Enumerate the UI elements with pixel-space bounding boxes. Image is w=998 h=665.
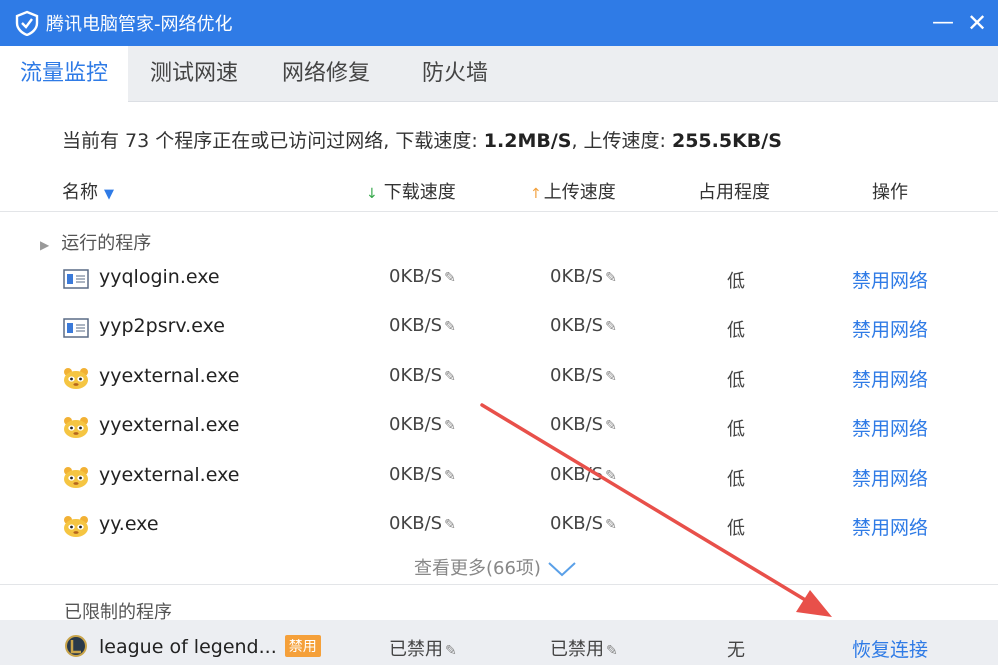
pencil-icon[interactable]: ✎ <box>444 418 456 434</box>
download-limit[interactable]: 已禁用 ✎ <box>389 635 457 661</box>
tab-speed-test[interactable]: 测试网速 <box>130 46 258 102</box>
pencil-icon[interactable]: ✎ <box>605 418 617 434</box>
pencil-icon[interactable]: ✎ <box>445 643 457 659</box>
window-title: 腾讯电脑管家-网络优化 <box>46 14 233 35</box>
yy-bear-icon <box>64 467 88 488</box>
pencil-icon[interactable]: ✎ <box>605 319 617 335</box>
close-button[interactable]: ✕ <box>962 8 992 38</box>
disable-network-link[interactable]: 禁用网络 <box>852 464 928 491</box>
tab-bar: 流量监控 测试网速 网络修复 防火墙 <box>0 46 998 103</box>
usage-level: 无 <box>727 640 745 661</box>
section-divider <box>0 584 998 585</box>
disable-network-link[interactable]: 禁用网络 <box>852 266 928 293</box>
pencil-icon[interactable]: ✎ <box>444 468 456 484</box>
upload-speed-value: 255.5KB/S <box>671 130 782 152</box>
upload-limit[interactable]: 已禁用 ✎ <box>550 635 618 661</box>
yy-bear-icon <box>64 417 88 438</box>
pencil-icon[interactable]: ✎ <box>606 643 618 659</box>
upload-limit[interactable]: 0KB/S ✎ <box>550 315 617 336</box>
pencil-icon[interactable]: ✎ <box>444 369 456 385</box>
pencil-icon[interactable]: ✎ <box>605 369 617 385</box>
column-name[interactable]: 名称 ▼ <box>62 178 114 204</box>
pencil-icon[interactable]: ✎ <box>605 517 617 533</box>
tab-firewall[interactable]: 防火墙 <box>398 46 512 102</box>
yy-bear-icon <box>64 368 88 389</box>
download-limit[interactable]: 0KB/S ✎ <box>389 365 456 386</box>
yy-bear-icon <box>64 516 88 537</box>
table-row: yyexternal.exe 0KB/S ✎ 0KB/S ✎ 低 禁用网络 <box>0 354 998 402</box>
download-limit[interactable]: 0KB/S ✎ <box>389 464 456 485</box>
usage-level: 低 <box>727 469 745 490</box>
upload-limit[interactable]: 0KB/S ✎ <box>550 513 617 534</box>
show-more-link[interactable]: 查看更多(66项) <box>414 554 577 580</box>
lol-game-icon <box>65 635 87 657</box>
pencil-icon[interactable]: ✎ <box>444 319 456 335</box>
table-row: yyp2psrv.exe 0KB/S ✎ 0KB/S ✎ 低 禁用网络 <box>0 304 998 352</box>
pencil-icon[interactable]: ✎ <box>605 270 617 286</box>
upload-limit[interactable]: 0KB/S ✎ <box>550 365 617 386</box>
tab-network-repair[interactable]: 网络修复 <box>262 46 390 102</box>
disabled-badge: 禁用 <box>284 635 321 657</box>
download-limit[interactable]: 0KB/S ✎ <box>389 315 456 336</box>
program-name: yyexternal.exe <box>99 365 240 387</box>
download-speed-value: 1.2MB/S <box>483 130 572 152</box>
minimize-button[interactable]: — <box>928 8 958 38</box>
running-section-header[interactable]: ▶ 运行的程序 <box>40 229 151 255</box>
sort-down-icon: ▼ <box>104 187 114 202</box>
column-usage[interactable]: 占用程度 <box>698 178 770 204</box>
disable-network-link[interactable]: 禁用网络 <box>852 365 928 392</box>
column-operation: 操作 <box>872 182 908 203</box>
disable-network-link[interactable]: 禁用网络 <box>852 414 928 441</box>
usage-level: 低 <box>727 370 745 391</box>
table-row: yyqlogin.exe 0KB/S ✎ 0KB/S ✎ 低 禁用网络 <box>0 255 998 303</box>
table-row: yy.exe 0KB/S ✎ 0KB/S ✎ 低 禁用网络 <box>0 502 998 550</box>
usage-level: 低 <box>727 419 745 440</box>
program-name: league of legend... 禁用 <box>99 635 321 658</box>
chevron-down-icon <box>548 562 576 577</box>
pencil-icon[interactable]: ✎ <box>605 468 617 484</box>
table-row: yyexternal.exe 0KB/S ✎ 0KB/S ✎ 低 禁用网络 <box>0 453 998 501</box>
disable-network-link[interactable]: 禁用网络 <box>852 513 928 540</box>
disable-network-link[interactable]: 禁用网络 <box>852 315 928 342</box>
main-content: 当前有 73 个程序正在或已访问过网络, 下载速度: 1.2MB/S, 上传速度… <box>0 102 998 665</box>
shield-logo-icon <box>15 10 39 36</box>
program-name: yyexternal.exe <box>99 464 240 486</box>
table-row: yyexternal.exe 0KB/S ✎ 0KB/S ✎ 低 禁用网络 <box>0 403 998 451</box>
table-row-limited: league of legend... 禁用 已禁用 ✎ 已禁用 ✎ 无 恢复连接 <box>0 624 998 665</box>
upload-limit[interactable]: 0KB/S ✎ <box>550 414 617 435</box>
pencil-icon[interactable]: ✎ <box>444 517 456 533</box>
upload-limit[interactable]: 0KB/S ✎ <box>550 266 617 287</box>
usage-level: 低 <box>727 320 745 341</box>
window-app-icon <box>63 269 89 289</box>
usage-level: 低 <box>727 518 745 539</box>
program-name: yyqlogin.exe <box>99 266 220 288</box>
expand-triangle-icon: ▶ <box>40 238 50 252</box>
arrow-up-icon: ↑ <box>530 186 542 202</box>
title-bar: 腾讯电脑管家-网络优化 — ✕ <box>0 0 998 46</box>
program-name: yy.exe <box>99 513 159 535</box>
window-app-icon <box>63 318 89 338</box>
tab-traffic-monitor[interactable]: 流量监控 <box>0 46 128 103</box>
pencil-icon[interactable]: ✎ <box>444 270 456 286</box>
download-limit[interactable]: 0KB/S ✎ <box>389 266 456 287</box>
usage-level: 低 <box>727 271 745 292</box>
column-download[interactable]: ↓ 下载速度 <box>366 178 456 204</box>
program-name: yyexternal.exe <box>99 414 240 436</box>
arrow-down-icon: ↓ <box>366 186 378 202</box>
summary-text: 当前有 73 个程序正在或已访问过网络, 下载速度: 1.2MB/S, 上传速度… <box>62 130 782 152</box>
download-limit[interactable]: 0KB/S ✎ <box>389 414 456 435</box>
column-upload[interactable]: ↑ 上传速度 <box>530 178 616 204</box>
restore-connection-link[interactable]: 恢复连接 <box>852 635 928 662</box>
table-header: 名称 ▼ ↓ 下载速度 ↑ 上传速度 占用程度 操作 <box>0 172 998 212</box>
upload-limit[interactable]: 0KB/S ✎ <box>550 464 617 485</box>
program-name: yyp2psrv.exe <box>99 315 225 337</box>
download-limit[interactable]: 0KB/S ✎ <box>389 513 456 534</box>
